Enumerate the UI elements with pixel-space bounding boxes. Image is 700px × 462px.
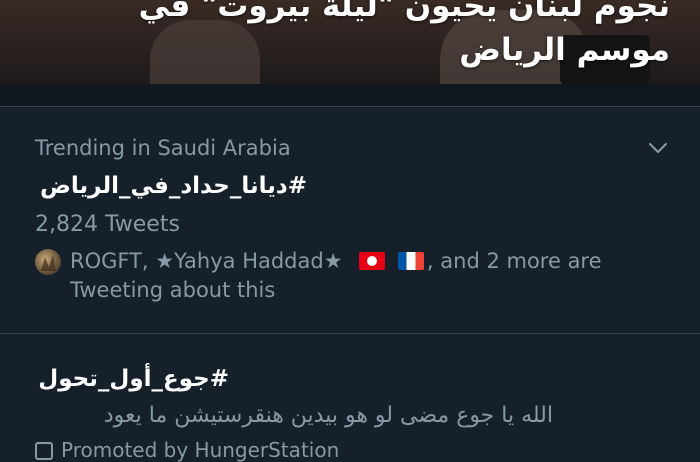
tunisia-flag: [359, 252, 386, 270]
promoted-trend-item[interactable]: #جوع_أول_تحول الله يا جوع مضى لو هو بيدي…: [0, 334, 700, 450]
promoted-hashtag[interactable]: #جوع_أول_تحول: [35, 363, 229, 395]
hero-headline-line1: نجوم لبنان يحيون "ليلة بيروت" في: [138, 0, 670, 24]
promoted-by-line: Promoted by HungerStation: [35, 438, 635, 462]
avatar: [35, 249, 61, 275]
promoted-icon: [35, 442, 53, 460]
news-hero-image[interactable]: نجوم لبنان يحيون "ليلة بيروت" في موسم ال…: [0, 0, 700, 84]
trend-item[interactable]: Trending in Saudi Arabia #ديانا_حداد_في_…: [0, 134, 700, 330]
section-gap: [0, 84, 700, 106]
trend-tweet-count: 2,824 Tweets: [35, 212, 180, 237]
promoted-by-label: Promoted by HungerStation: [61, 438, 340, 462]
trend-context: Trending in Saudi Arabia: [35, 136, 291, 160]
tweeting-about-text: ROGFT, ★Yahya Haddad★ , and 2 more are T…: [70, 247, 670, 305]
trend-hashtag[interactable]: #ديانا_حداد_في_الرياض: [35, 170, 307, 202]
promoted-description: الله يا جوع مضى لو هو بيدين هنقرستيشن ما…: [103, 403, 553, 428]
tweeting-names: ROGFT, ★Yahya Haddad★: [70, 249, 343, 273]
hero-headline-line2: موسم الرياض: [459, 32, 670, 68]
divider-top: [0, 106, 700, 107]
chevron-down-icon[interactable]: [646, 136, 670, 160]
france-flag: [397, 252, 424, 270]
hero-headline: نجوم لبنان يحيون "ليلة بيروت" في موسم ال…: [30, 0, 670, 72]
tweeting-line2: Tweeting about this: [70, 278, 276, 302]
tweeting-rest: , and 2 more are: [426, 249, 602, 273]
